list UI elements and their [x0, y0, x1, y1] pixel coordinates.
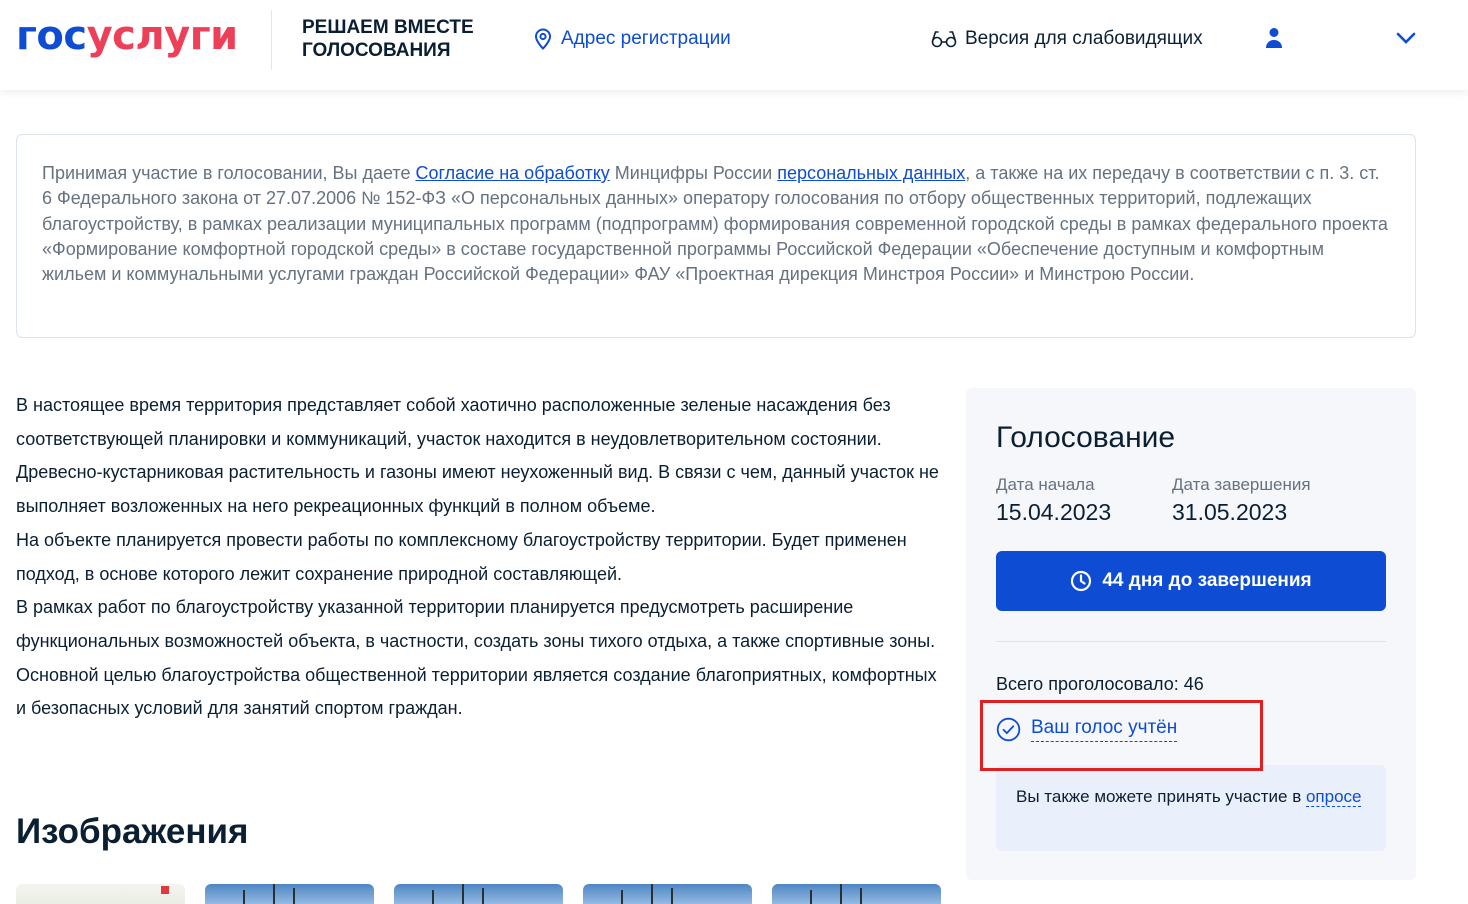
start-date-value: 15.04.2023: [996, 499, 1112, 525]
images-heading: Изображения: [16, 812, 249, 851]
site-header: госуслуги РЕШАЕМ ВМЕСТЕ ГОЛОСОВАНИЯ Адре…: [0, 0, 1468, 90]
registration-address-link[interactable]: Адрес регистрации: [533, 28, 731, 50]
gallery-thumbnail[interactable]: [583, 884, 752, 904]
gallery-thumbnail[interactable]: [772, 884, 941, 904]
description-paragraph: На объекте планируется провести работы п…: [16, 529, 907, 584]
gallery-thumbnail-map[interactable]: [16, 884, 185, 904]
description-paragraph: В настоящее время территория представляе…: [16, 395, 939, 517]
section-brand-title[interactable]: РЕШАЕМ ВМЕСТЕ ГОЛОСОВАНИЯ: [302, 16, 502, 62]
description-paragraph: В рамках работ по благоустройству указан…: [16, 597, 936, 651]
end-date-value: 31.05.2023: [1172, 499, 1288, 525]
location-pin-icon: [534, 28, 552, 50]
consent-processing-link[interactable]: Согласие на обработку: [415, 163, 609, 183]
logo-part-uslugi: услуги: [86, 13, 239, 59]
survey-invitation: Вы также можете принять участие в опросе: [996, 765, 1386, 851]
header-divider: [271, 10, 272, 70]
clock-icon: [1071, 570, 1092, 592]
start-date-label: Дата начала: [996, 475, 1095, 494]
user-icon[interactable]: [1265, 27, 1283, 49]
logo-part-gos: гос: [16, 13, 87, 59]
personal-data-consent-notice: Принимая участие в голосовании, Вы даете…: [16, 134, 1416, 338]
gallery-thumbnail[interactable]: [205, 884, 374, 904]
days-remaining-button[interactable]: 44 дня до завершения: [996, 551, 1386, 611]
registration-address-label: Адрес регистрации: [561, 28, 731, 49]
glasses-icon: [931, 31, 957, 48]
personal-data-link[interactable]: персональных данных: [777, 163, 965, 183]
description-paragraph: Основной целью благоустройства обществен…: [16, 664, 937, 719]
total-votes-count: Всего проголосовало: 46: [996, 674, 1204, 694]
end-date-label: Дата завершения: [1172, 475, 1311, 494]
voting-title: Голосование: [996, 421, 1176, 454]
vote-status-highlight-frame: [980, 700, 1263, 771]
consent-text-start: Принимая участие в голосовании, Вы даете: [42, 163, 416, 183]
gosuslugi-logo[interactable]: госуслуги: [16, 14, 238, 58]
days-remaining-label: 44 дня до завершения: [1102, 570, 1312, 591]
panel-divider: [996, 641, 1386, 642]
consent-text-middle: Минцифры России: [609, 163, 778, 183]
image-gallery: [16, 884, 941, 904]
project-description: В настоящее время территория представляе…: [16, 389, 946, 726]
survey-link[interactable]: опросе: [1305, 787, 1362, 807]
low-vision-version-link[interactable]: Версия для слабовидящих: [931, 28, 1203, 50]
voting-panel: Голосование Дата начала 15.04.2023 Дата …: [966, 388, 1416, 880]
low-vision-version-label: Версия для слабовидящих: [965, 28, 1203, 49]
gallery-thumbnail[interactable]: [394, 884, 563, 904]
chevron-down-icon[interactable]: [1394, 30, 1418, 46]
survey-invitation-text: Вы также можете принять участие в: [1016, 787, 1306, 806]
